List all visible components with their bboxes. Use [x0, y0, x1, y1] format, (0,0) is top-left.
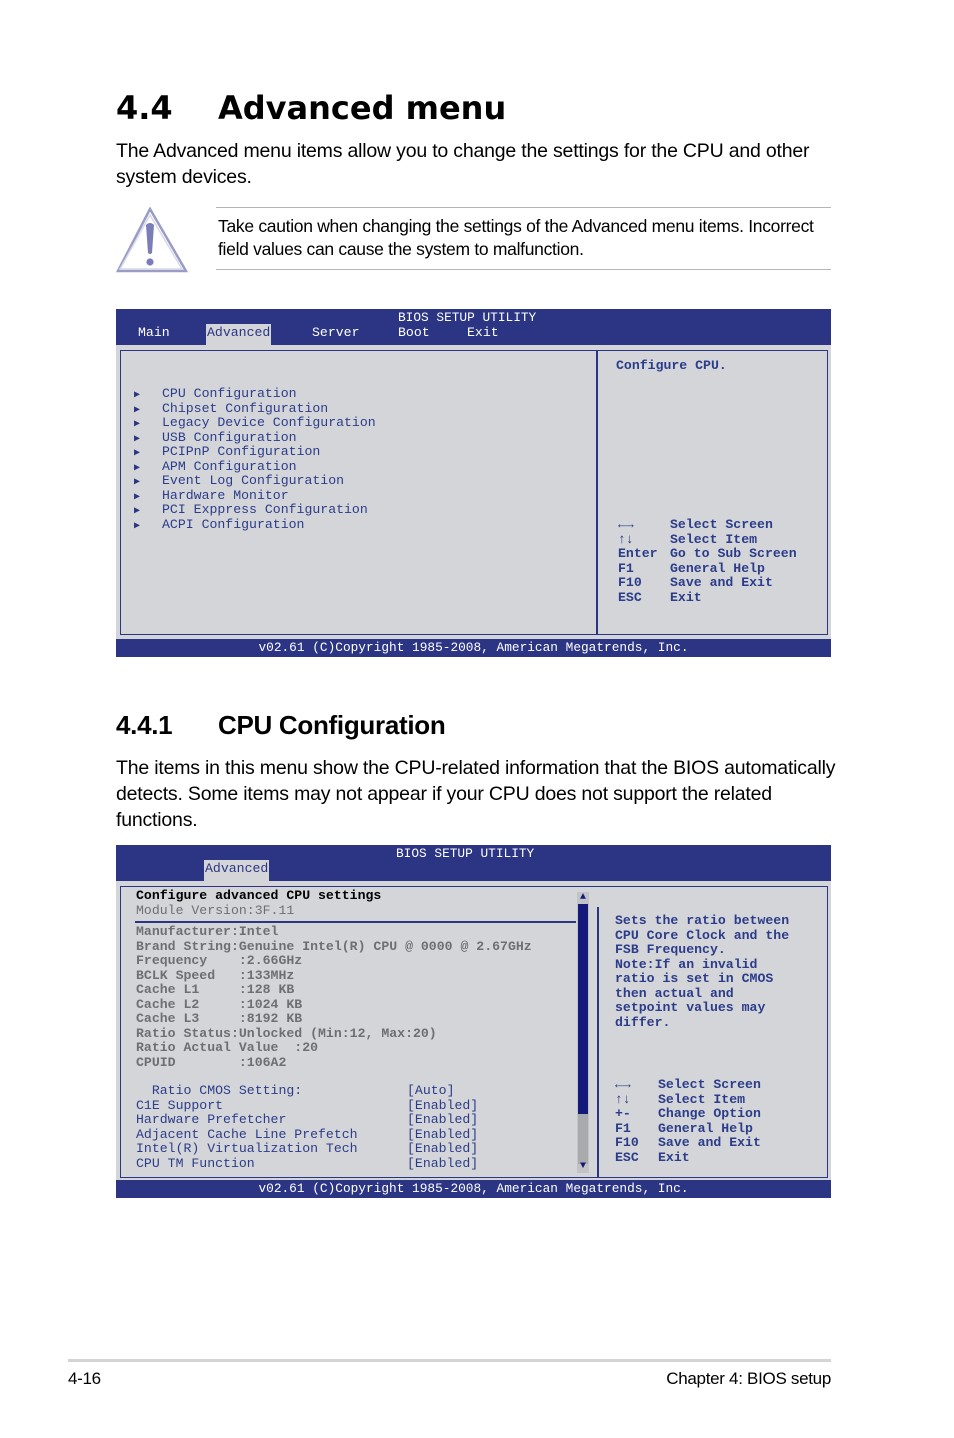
- bios-cpu-configuration-screen: BIOS SETUP UTILITY Advanced Configure ad…: [116, 845, 831, 1198]
- up-down-arrows-icon: ↑↓: [615, 1091, 631, 1107]
- left-right-arrows-icon: ←→: [618, 517, 634, 532]
- bios-advanced-screen: BIOS SETUP UTILITY Main Advanced Server …: [116, 309, 831, 657]
- tab-advanced[interactable]: Advanced: [204, 860, 270, 881]
- tab-advanced[interactable]: Advanced: [206, 324, 272, 345]
- header-divider: [135, 921, 576, 923]
- help-line: Note:If an invalid: [615, 956, 758, 972]
- help-line: ratio is set in CMOS: [615, 971, 774, 986]
- key-row: F10 Save and Exit: [618, 575, 773, 590]
- cpu-info-line: CPUID :106A2: [136, 1054, 287, 1070]
- setting-value[interactable]: [Enabled]: [407, 1141, 478, 1157]
- key-row: Enter Go to Sub Screen: [618, 546, 797, 561]
- tab-main[interactable]: Main: [137, 324, 171, 341]
- setting-value[interactable]: [Enabled]: [407, 1112, 478, 1128]
- page-number: 4-16: [68, 1369, 101, 1388]
- chapter-label: Chapter 4: BIOS setup: [666, 1369, 831, 1388]
- key-row: ↑↓ Select Item: [615, 1091, 746, 1107]
- cpu-info-line: Cache L1 :128 KB: [136, 982, 295, 997]
- cpu-info-line: Cache L2 :1024 KB: [136, 996, 303, 1012]
- help-line: Sets the ratio between: [615, 913, 790, 928]
- key-row: F10 Save and Exit: [615, 1135, 761, 1150]
- divider: [216, 207, 831, 208]
- left-right-arrows-icon: ←→: [615, 1077, 631, 1092]
- bios-copyright-footer: v02.61 (C)Copyright 1985-2008, American …: [116, 639, 831, 657]
- tab-boot[interactable]: Boot: [397, 324, 431, 341]
- help-text: Configure CPU.: [616, 358, 727, 373]
- caution-text: Take caution when changing the settings …: [218, 216, 814, 259]
- section-title: Advanced menu: [218, 89, 507, 127]
- setting-value[interactable]: [Auto]: [407, 1083, 454, 1099]
- setting-ratio-cmos[interactable]: Ratio CMOS Setting: [Auto]: [136, 1083, 576, 1099]
- bios-title: BIOS SETUP UTILITY: [396, 846, 535, 861]
- section-heading: 4.4 Advanced menu: [116, 86, 506, 130]
- up-down-arrows-icon: ↑↓: [618, 531, 634, 547]
- key-row: F1 General Help: [615, 1120, 753, 1136]
- help-line: setpoint values may: [615, 1000, 766, 1015]
- help-line: then actual and: [615, 985, 734, 1001]
- cpu-info-line: Frequency :2.66GHz: [136, 953, 303, 968]
- help-line: FSB Frequency.: [615, 942, 726, 957]
- key-row: ←→ Select Screen: [618, 517, 773, 532]
- subsection-heading: 4.4.1 CPU Configuration: [116, 708, 446, 742]
- setting-value[interactable]: [Enabled]: [407, 1127, 478, 1143]
- setting-value[interactable]: [Enabled]: [407, 1156, 478, 1172]
- setting-virtualization-tech[interactable]: Intel(R) Virtualization Tech [Enabled]: [136, 1141, 576, 1157]
- help-line: differ.: [615, 1014, 671, 1030]
- tab-exit[interactable]: Exit: [466, 324, 500, 341]
- key-row: ↑↓ Select Item: [618, 531, 758, 547]
- cpu-info-line: Cache L3 :8192 KB: [136, 1011, 303, 1026]
- cpu-info-line: Brand String:Genuine Intel(R) CPU @ 0000…: [136, 938, 532, 954]
- cpu-info-line: Ratio Status:Unlocked (Min:12, Max:20): [136, 1025, 437, 1041]
- bios-title-bar: BIOS SETUP UTILITY Advanced: [116, 845, 831, 881]
- key-row: F1 General Help: [618, 560, 765, 576]
- subsection-number: 4.4.1: [116, 710, 173, 740]
- scrollbar[interactable]: ▲ ▼: [577, 892, 589, 1173]
- section-intro: The Advanced menu items allow you to cha…: [116, 140, 810, 188]
- section-number: 4.4: [116, 89, 173, 127]
- key-row: ←→ Select Screen: [615, 1077, 761, 1092]
- panel-divider: [596, 350, 598, 635]
- module-version: Module Version:3F.11: [136, 902, 295, 918]
- bios-copyright-footer: v02.61 (C)Copyright 1985-2008, American …: [116, 1180, 831, 1198]
- cpu-settings-heading: Configure advanced CPU settings: [136, 888, 382, 903]
- bios-title: BIOS SETUP UTILITY: [398, 310, 537, 325]
- setting-adjacent-cache-line-prefetch[interactable]: Adjacent Cache Line Prefetch [Enabled]: [136, 1127, 576, 1143]
- subsection-intro: The items in this menu show the CPU-rela…: [116, 757, 836, 831]
- divider: [216, 269, 831, 270]
- footer-divider: [68, 1359, 831, 1362]
- help-line: CPU Core Clock and the: [615, 927, 790, 943]
- scroll-down-arrow-icon[interactable]: ▼: [577, 1161, 589, 1173]
- bios-title-bar: BIOS SETUP UTILITY Main Advanced Server …: [116, 309, 831, 345]
- panel-divider: [597, 907, 599, 1178]
- key-row: ESC Exit: [618, 589, 702, 605]
- submenu-arrow-icon: ▶: [134, 520, 141, 532]
- setting-hardware-prefetcher[interactable]: Hardware Prefetcher [Enabled]: [136, 1112, 576, 1128]
- key-row: ESC Exit: [615, 1149, 690, 1165]
- subsection-title: CPU Configuration: [218, 710, 446, 740]
- cpu-info-line: Ratio Actual Value :20: [136, 1040, 319, 1055]
- warning-triangle-icon: [116, 207, 188, 273]
- setting-c1e-support[interactable]: C1E Support [Enabled]: [136, 1098, 576, 1114]
- cpu-info-line: Manufacturer:Intel: [136, 924, 279, 939]
- caution-note: Take caution when changing the settings …: [116, 207, 831, 273]
- scrollbar-track[interactable]: [578, 1114, 588, 1164]
- scroll-up-arrow-icon[interactable]: ▲: [577, 892, 589, 904]
- setting-cpu-tm-function[interactable]: CPU TM Function [Enabled]: [136, 1156, 576, 1172]
- setting-value[interactable]: [Enabled]: [407, 1098, 478, 1114]
- tab-server[interactable]: Server: [311, 324, 360, 341]
- cpu-info-line: BCLK Speed :133MHz: [136, 967, 295, 983]
- scrollbar-thumb[interactable]: [578, 904, 588, 1114]
- menu-item-acpi-configuration[interactable]: ▶ ACPI Configuration: [134, 517, 304, 535]
- key-row: +- Change Option: [615, 1106, 761, 1121]
